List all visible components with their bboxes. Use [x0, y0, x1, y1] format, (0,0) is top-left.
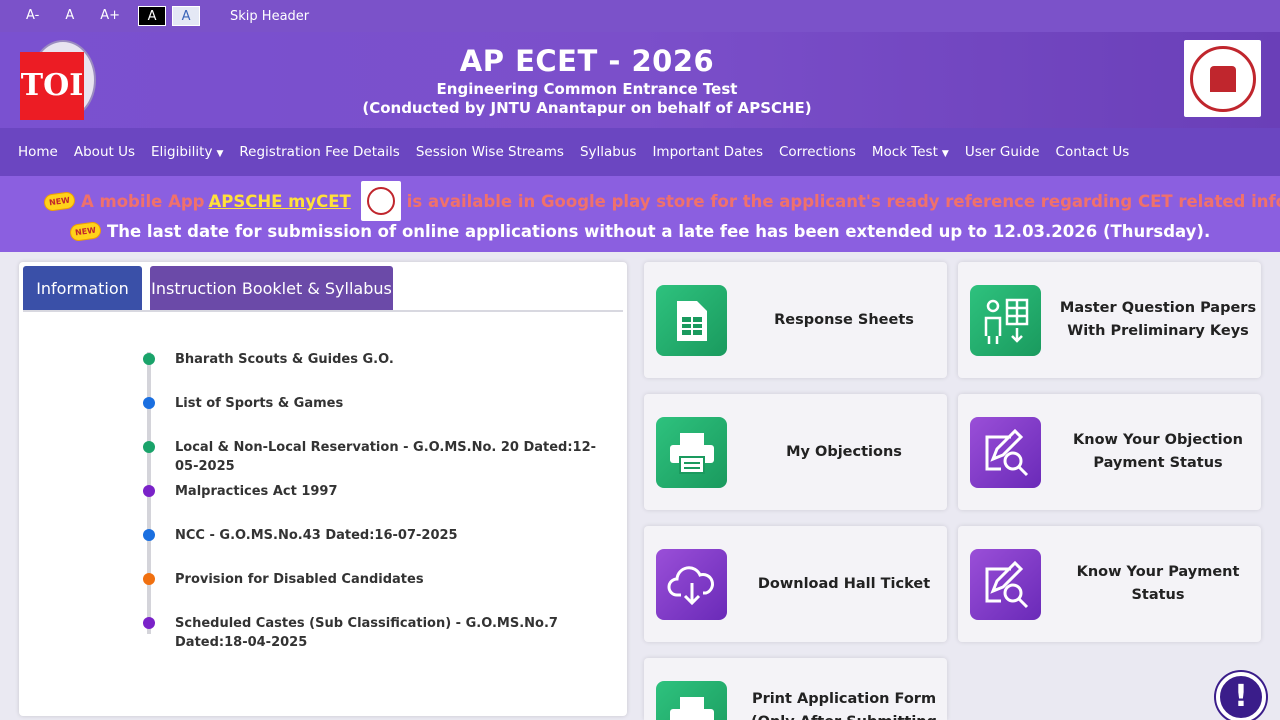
- deadline-text: The last date for submission of online a…: [106, 222, 1211, 241]
- announcement-text: A mobile App: [80, 191, 205, 211]
- font-increase-button[interactable]: A+: [92, 6, 128, 26]
- light-theme-button[interactable]: A: [172, 6, 201, 26]
- announcement-deadline: NEW The last date for submission of onli…: [68, 220, 1211, 243]
- toi-watermark: TOI: [20, 52, 84, 120]
- objection-payment-status-card[interactable]: Know Your Objection Payment Status: [958, 394, 1261, 510]
- edit-search-icon: [970, 549, 1041, 620]
- info-link-malpractices-act[interactable]: Malpractices Act 1997: [175, 482, 605, 501]
- card-label: Master Question Papers With Preliminary …: [1059, 300, 1257, 339]
- page-subtitle: Engineering Common Entrance Test: [436, 80, 738, 98]
- spreadsheet-icon: [656, 285, 727, 356]
- card-label: Know Your Payment Status: [1076, 564, 1240, 603]
- nav-contact-us[interactable]: Contact Us: [1048, 144, 1138, 160]
- mycet-app-link[interactable]: APSCHE myCET: [208, 192, 350, 211]
- edit-search-icon: [970, 417, 1041, 488]
- master-question-papers-card[interactable]: Master Question Papers With Preliminary …: [958, 262, 1261, 378]
- download-hall-ticket-card[interactable]: Download Hall Ticket: [644, 526, 947, 642]
- apsche-seal-icon: [1189, 45, 1256, 112]
- site-header: AP ECET - 2026 Engineering Common Entran…: [0, 32, 1280, 128]
- payment-status-card[interactable]: Know Your Payment Status: [958, 526, 1261, 642]
- nav-mock-test[interactable]: Mock Test ▼: [864, 144, 957, 160]
- info-link-ncc[interactable]: NCC - G.O.MS.No.43 Dated:16-07-2025: [175, 526, 605, 545]
- info-link-reservation[interactable]: Local & Non-Local Reservation - G.O.MS.N…: [175, 438, 605, 476]
- nav-corrections[interactable]: Corrections: [771, 144, 864, 160]
- page-subtitle-conducted: (Conducted by JNTU Anantapur on behalf o…: [362, 99, 812, 117]
- question-paper-key-icon: [970, 285, 1041, 356]
- nav-registration-fee[interactable]: Registration Fee Details: [231, 144, 407, 160]
- chevron-down-icon: ▼: [216, 149, 224, 159]
- timeline-dot: [143, 353, 155, 365]
- page-title: AP ECET - 2026: [459, 44, 715, 78]
- info-link-scheduled-castes[interactable]: Scheduled Castes (Sub Classification) - …: [175, 614, 605, 652]
- tab-instruction-booklet[interactable]: Instruction Booklet & Syllabus: [150, 266, 393, 310]
- printer-icon: [656, 681, 727, 720]
- response-sheets-card[interactable]: Response Sheets: [644, 262, 947, 378]
- info-link-sports-games[interactable]: List of Sports & Games: [175, 394, 605, 413]
- new-badge-icon: NEW: [68, 220, 103, 243]
- cloud-download-icon: [656, 549, 727, 620]
- card-label: Download Hall Ticket: [757, 575, 931, 592]
- chevron-down-icon: ▼: [941, 149, 949, 159]
- font-decrease-button[interactable]: A-: [18, 6, 47, 26]
- printer-icon: [656, 417, 727, 488]
- timeline-dot: [143, 617, 155, 629]
- help-button[interactable]: !: [1216, 672, 1266, 720]
- timeline-dot: [143, 529, 155, 541]
- timeline-dot: [143, 397, 155, 409]
- my-objections-card[interactable]: My Objections: [644, 394, 947, 510]
- card-label: Print Application Form (Only After Submi…: [751, 691, 937, 720]
- timeline-dot: [143, 441, 155, 453]
- print-application-form-card[interactable]: Print Application Form (Only After Submi…: [644, 658, 947, 720]
- dark-theme-button[interactable]: A: [138, 6, 167, 26]
- accessibility-bar: A- A A+ A A Skip Header: [0, 0, 1280, 32]
- card-label: Response Sheets: [774, 311, 914, 328]
- new-badge-icon: NEW: [42, 190, 77, 212]
- announcement-band: NEW A mobile App APSCHE myCET is availab…: [0, 176, 1280, 252]
- apsche-logo: [1184, 40, 1261, 117]
- information-panel: Information Instruction Booklet & Syllab…: [19, 262, 627, 716]
- skip-header-link[interactable]: Skip Header: [230, 9, 309, 24]
- card-label: Know Your Objection Payment Status: [1073, 432, 1243, 471]
- nav-session-streams[interactable]: Session Wise Streams: [408, 144, 572, 160]
- info-link-disabled-candidates[interactable]: Provision for Disabled Candidates: [175, 570, 605, 589]
- nav-eligibility[interactable]: Eligibility ▼: [143, 144, 231, 160]
- nav-about-us[interactable]: About Us: [66, 144, 143, 160]
- tab-divider: [23, 310, 623, 312]
- nav-home[interactable]: Home: [10, 144, 66, 160]
- timeline-dot: [143, 485, 155, 497]
- nav-important-dates[interactable]: Important Dates: [644, 144, 771, 160]
- mycet-app-icon: [360, 181, 401, 221]
- announcement-app: NEW A mobile App APSCHE myCET is availab…: [42, 181, 1280, 221]
- nav-syllabus[interactable]: Syllabus: [572, 144, 645, 160]
- card-label: My Objections: [786, 443, 902, 460]
- main-nav: Home About Us Eligibility ▼ Registration …: [0, 128, 1280, 176]
- tab-information[interactable]: Information: [23, 266, 142, 310]
- timeline-dot: [143, 573, 155, 585]
- info-link-scouts-guides[interactable]: Bharath Scouts & Guides G.O.: [175, 350, 605, 369]
- font-normal-button[interactable]: A: [57, 6, 82, 26]
- nav-user-guide[interactable]: User Guide: [957, 144, 1048, 160]
- announcement-text: is available in Google play store for th…: [406, 191, 1280, 211]
